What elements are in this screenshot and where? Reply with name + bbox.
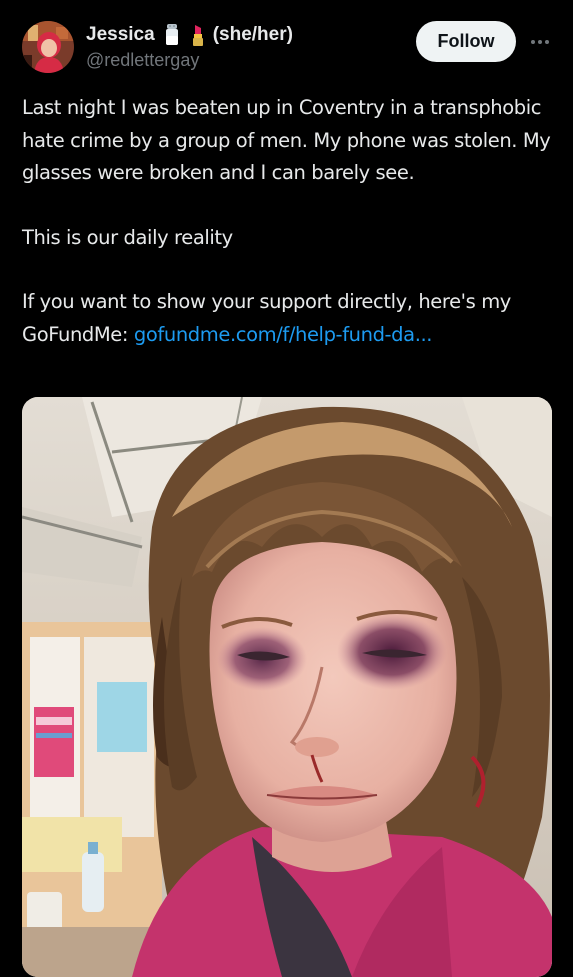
tweet-paragraph: This is our daily reality <box>22 225 233 249</box>
author-handle[interactable]: @redlettergay <box>86 50 293 71</box>
tweet-paragraph: Last night I was beaten up in Coventry i… <box>22 96 551 184</box>
author-pronouns: (she/her) <box>212 24 293 45</box>
author-display-name[interactable]: Jessica <box>86 24 155 46</box>
author-avatar[interactable] <box>22 21 74 73</box>
tweet-photo[interactable] <box>22 397 552 977</box>
tweet-header: Jessica (she/her) @redlettergay Follow <box>0 0 573 84</box>
author-identity: Jessica (she/her) @redlettergay <box>86 22 293 71</box>
salt-shaker-emoji-icon <box>163 23 181 47</box>
tweet-text: Last night I was beaten up in Coventry i… <box>22 92 552 351</box>
ellipsis-icon[interactable] <box>527 28 553 54</box>
author-name-row: Jessica (she/her) <box>86 22 293 48</box>
tweet-paragraph: If you want to show your support directl… <box>22 286 552 351</box>
lipstick-emoji-icon <box>189 23 207 47</box>
follow-button[interactable]: Follow <box>416 21 516 62</box>
gofundme-link[interactable]: gofundme.com/f/help-fund-da... <box>134 323 433 346</box>
